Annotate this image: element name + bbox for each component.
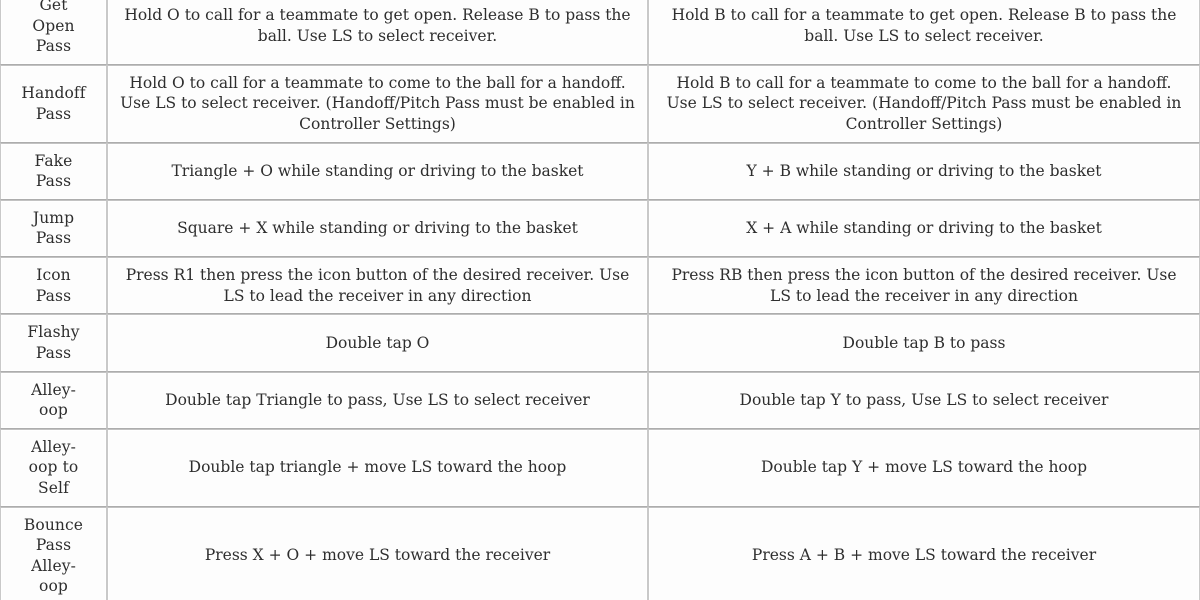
xbox-controls-cell: Press RB then press the icon button of t… bbox=[648, 257, 1200, 315]
playstation-controls-cell: Press X + O + move LS toward the receive… bbox=[107, 506, 648, 600]
playstation-controls-cell: Hold O to call for a teammate to come to… bbox=[107, 64, 648, 143]
screenshot-viewport: Get Open Pass Hold O to call for a teammate… bbox=[0, 0, 1200, 600]
action-label-cell: Handoff Pass bbox=[0, 64, 107, 143]
action-label-cell: Fake Pass bbox=[0, 142, 107, 200]
xbox-controls-cell: Double tap Y to pass, Use LS to select r… bbox=[648, 371, 1200, 429]
playstation-controls-cell: Double tap O bbox=[107, 314, 648, 372]
table-row: Alley-oop Double tap Triangle to pass, Us… bbox=[0, 371, 1200, 429]
controls-reference-table: Get Open Pass Hold O to call for a teammate… bbox=[0, 0, 1200, 600]
table-row: Alley-oop to Self Double tap triangle + mo… bbox=[0, 428, 1200, 507]
action-label-cell: Alley-oop to Self bbox=[0, 428, 107, 507]
xbox-controls-cell: Hold B to call for a teammate to come to… bbox=[648, 64, 1200, 143]
playstation-controls-cell: Double tap Triangle to pass, Use LS to s… bbox=[107, 371, 648, 429]
playstation-controls-cell: Square + X while standing or driving to … bbox=[107, 199, 648, 258]
table-row: Fake Pass Triangle + O while standing or d… bbox=[0, 142, 1200, 200]
table-row: Flashy Pass Double tap O Double tap B to pa… bbox=[0, 314, 1200, 372]
table-row: Get Open Pass Hold O to call for a teammate… bbox=[0, 0, 1200, 65]
playstation-controls-cell: Hold O to call for a teammate to get ope… bbox=[107, 0, 648, 65]
action-label-cell: Flashy Pass bbox=[0, 314, 107, 372]
xbox-controls-cell: Double tap Y + move LS toward the hoop bbox=[648, 428, 1200, 507]
playstation-controls-cell: Press R1 then press the icon button of t… bbox=[107, 257, 648, 315]
playstation-controls-cell: Double tap triangle + move LS toward the… bbox=[107, 428, 648, 507]
table-row: Icon Pass Press R1 then press the icon but… bbox=[0, 257, 1200, 315]
xbox-controls-cell: Press A + B + move LS toward the receive… bbox=[648, 506, 1200, 600]
table-row: Bounce Pass Alley-oop Press X + O + move LS… bbox=[0, 506, 1200, 600]
playstation-controls-cell: Triangle + O while standing or driving t… bbox=[107, 142, 648, 200]
xbox-controls-cell: Double tap B to pass bbox=[648, 314, 1200, 372]
table-row: Jump Pass Square + X while standing or dri… bbox=[0, 199, 1200, 258]
action-label-cell: Icon Pass bbox=[0, 257, 107, 315]
table-row: Handoff Pass Hold O to call for a teammate… bbox=[0, 64, 1200, 143]
action-label-cell: Bounce Pass Alley-oop bbox=[0, 506, 107, 600]
xbox-controls-cell: Y + B while standing or driving to the b… bbox=[648, 142, 1200, 200]
action-label-cell: Get Open Pass bbox=[0, 0, 107, 65]
xbox-controls-cell: Hold B to call for a teammate to get ope… bbox=[648, 0, 1200, 65]
table-body: Get Open Pass Hold O to call for a teammate… bbox=[0, 0, 1200, 600]
action-label-cell: Alley-oop bbox=[0, 371, 107, 429]
action-label-cell: Jump Pass bbox=[0, 199, 107, 258]
xbox-controls-cell: X + A while standing or driving to the b… bbox=[648, 199, 1200, 258]
table-scroll-region[interactable]: Get Open Pass Hold O to call for a teammate… bbox=[0, 0, 1200, 600]
